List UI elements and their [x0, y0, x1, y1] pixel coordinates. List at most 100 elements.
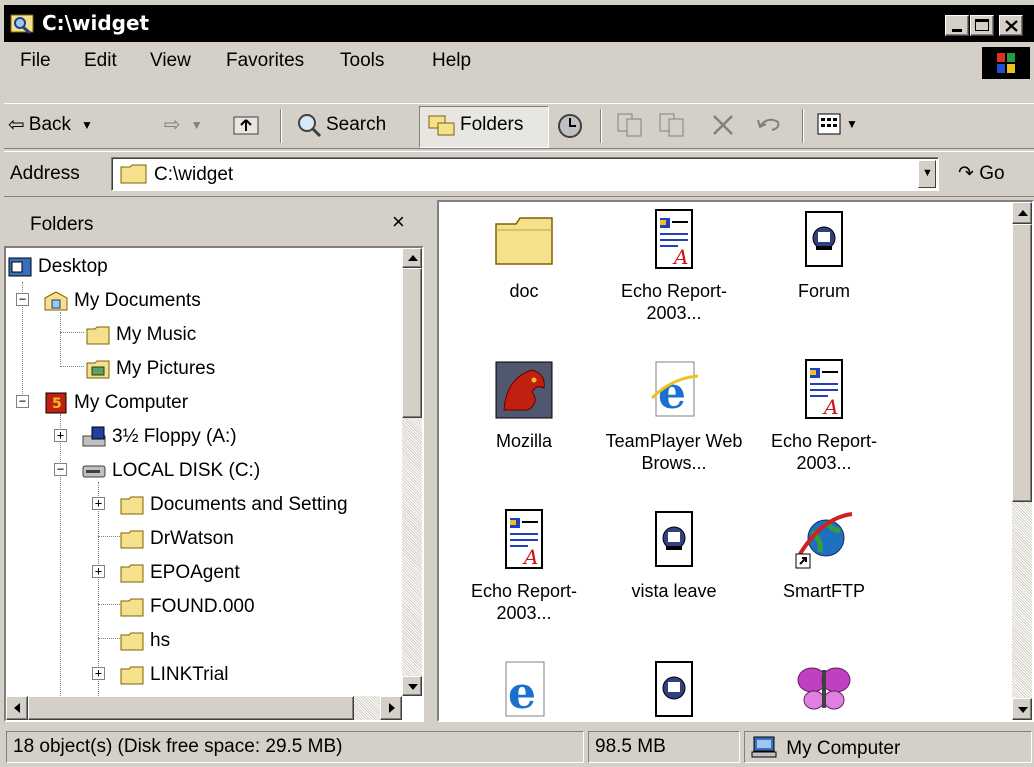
file-item-echo-report-1[interactable]: A Echo Report-2003...: [599, 208, 749, 324]
file-item-butterfly[interactable]: [749, 658, 899, 720]
expand-toggle[interactable]: +: [92, 497, 105, 510]
tree-item-my-documents[interactable]: My Documents: [44, 284, 201, 318]
web-shortcut-document-icon: [655, 511, 693, 567]
scroll-thumb[interactable]: [1012, 224, 1032, 502]
status-zone: My Computer: [744, 731, 1032, 763]
tree-item-found-000[interactable]: FOUND.000: [120, 590, 255, 624]
menu-tools[interactable]: Tools: [340, 50, 384, 72]
tree-item-label: DrWatson: [150, 528, 234, 549]
scroll-thumb[interactable]: [402, 268, 422, 418]
go-button[interactable]: ↷ Go: [958, 162, 1005, 185]
scroll-down-button[interactable]: [402, 676, 422, 696]
menu-favorites[interactable]: Favorites: [226, 50, 304, 72]
report-document-icon: A: [505, 509, 543, 569]
forward-button[interactable]: ⇨ ▼: [164, 112, 203, 137]
tree-item-linktrial[interactable]: LINKTrial: [120, 658, 228, 692]
tree-item-drwatson[interactable]: DrWatson: [120, 522, 234, 556]
tree-item-label: FOUND.000: [150, 596, 255, 617]
tree-item-my-computer[interactable]: 5 My Computer: [44, 386, 188, 420]
tree-item-epoagent[interactable]: EPOAgent: [120, 556, 240, 590]
delete-icon: [713, 115, 733, 135]
maximize-button[interactable]: [970, 15, 994, 36]
toolbar-separator: [802, 109, 804, 143]
tree-item-label: hs: [150, 630, 171, 651]
file-item-mozilla[interactable]: Mozilla: [449, 358, 599, 452]
file-item-echo-report-2[interactable]: A Echo Report-2003...: [749, 358, 899, 474]
file-item-doc[interactable]: doc: [449, 208, 599, 302]
views-button[interactable]: ▼: [816, 112, 858, 136]
expand-toggle[interactable]: +: [92, 565, 105, 578]
tree-item-local-disk[interactable]: LOCAL DISK (C:): [82, 454, 260, 488]
folders-button[interactable]: Folders: [419, 106, 549, 148]
scroll-up-button[interactable]: [1012, 202, 1032, 224]
tree-item-floppy[interactable]: 3½ Floppy (A:): [82, 420, 237, 454]
move-to-button[interactable]: [616, 112, 644, 138]
tree-vertical-scrollbar[interactable]: [402, 248, 422, 696]
tree-item-my-pictures[interactable]: My Pictures: [86, 352, 215, 386]
menu-edit[interactable]: Edit: [84, 50, 117, 72]
collapse-toggle[interactable]: −: [16, 395, 29, 408]
folder-icon: [120, 666, 144, 685]
delete-button[interactable]: [710, 112, 736, 138]
undo-button[interactable]: [754, 112, 784, 138]
menu-help[interactable]: Help: [432, 50, 471, 72]
collapse-toggle[interactable]: −: [54, 463, 67, 476]
tree-line: [60, 366, 84, 367]
copy-to-button[interactable]: [658, 112, 686, 138]
search-button[interactable]: Search: [296, 112, 386, 138]
file-item-vista-leave[interactable]: vista leave: [599, 508, 749, 602]
tree-item-my-music[interactable]: My Music: [86, 318, 196, 352]
up-folder-button[interactable]: [232, 112, 260, 136]
tree-item-label: 3½ Floppy (A:): [112, 426, 237, 447]
tree-horizontal-scrollbar[interactable]: [6, 696, 402, 720]
arrow-right-icon: [389, 703, 395, 713]
file-label: vista leave: [631, 581, 717, 601]
arrow-left-icon: [14, 703, 20, 713]
scroll-right-button[interactable]: [380, 696, 402, 720]
scroll-left-button[interactable]: [6, 696, 28, 720]
file-item-smartftp[interactable]: SmartFTP: [749, 508, 899, 602]
history-button[interactable]: [556, 112, 584, 140]
menu-file[interactable]: File: [20, 50, 51, 72]
menu-bar: File Edit View Favorites Tools Help: [4, 42, 1034, 82]
folders-pane-close-button[interactable]: ×: [392, 209, 405, 235]
report-document-icon: A: [655, 209, 693, 269]
my-computer-icon: [751, 736, 777, 758]
file-item-teamplayer[interactable]: e TeamPlayer Web Brows...: [599, 358, 749, 474]
file-label: Forum: [797, 281, 850, 301]
back-button[interactable]: ⇦ Back ▼: [8, 112, 93, 137]
tree-item-desktop[interactable]: Desktop: [8, 250, 108, 284]
collapse-toggle[interactable]: −: [16, 293, 29, 306]
file-item-ie-shortcut[interactable]: e: [449, 658, 599, 720]
move-to-icon: [617, 113, 642, 137]
expand-toggle[interactable]: +: [54, 429, 67, 442]
address-dropdown-button[interactable]: ▼: [918, 160, 936, 188]
desktop-icon: [8, 257, 32, 277]
close-button[interactable]: [999, 15, 1023, 36]
folders-pane: Folders × Desktop − My Documents My Musi…: [4, 200, 424, 722]
tree-item-label: My Computer: [74, 392, 189, 413]
menu-view[interactable]: View: [150, 50, 191, 72]
tree-item-documents-and-settings[interactable]: Documents and Setting: [120, 488, 348, 522]
scroll-down-button[interactable]: [1012, 698, 1032, 720]
file-item-echo-report-3[interactable]: A Echo Report-2003...: [449, 508, 599, 624]
file-list-vertical-scrollbar[interactable]: [1012, 202, 1032, 720]
svg-text:5: 5: [52, 396, 62, 412]
tree-item-hs[interactable]: hs: [120, 624, 170, 658]
title-bar[interactable]: C:\widget: [4, 5, 1034, 42]
file-label: Mozilla: [495, 431, 552, 451]
scroll-thumb[interactable]: [28, 696, 354, 720]
expand-toggle[interactable]: +: [92, 667, 105, 680]
file-item-web-document[interactable]: [599, 658, 749, 720]
tree-item-label: My Documents: [74, 290, 201, 311]
scroll-up-button[interactable]: [402, 248, 422, 268]
folder-icon: [120, 564, 144, 583]
file-item-forum[interactable]: Forum: [749, 208, 899, 302]
undo-icon: [757, 118, 780, 131]
folders-label: Folders: [460, 114, 524, 135]
address-input[interactable]: C:\widget ▼: [111, 157, 939, 191]
minimize-button[interactable]: [945, 15, 969, 36]
minimize-icon: [952, 29, 962, 32]
tree-line: [98, 536, 122, 537]
butterfly-shortcut-icon: [797, 667, 851, 710]
